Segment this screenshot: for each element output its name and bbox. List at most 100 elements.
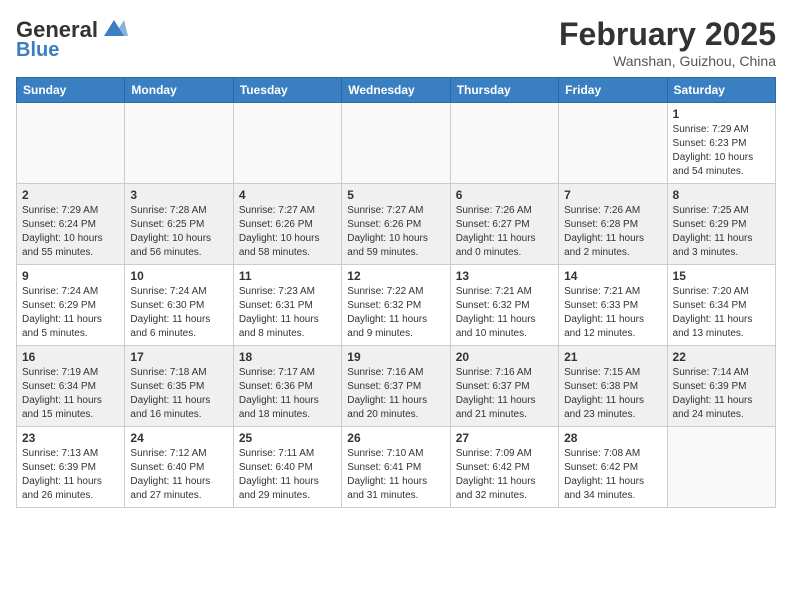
calendar-day-cell: [17, 103, 125, 184]
day-number: 14: [564, 269, 661, 283]
day-info: Sunrise: 7:29 AM Sunset: 6:24 PM Dayligh…: [22, 204, 119, 260]
day-info: Sunrise: 7:22 AM Sunset: 6:32 PM Dayligh…: [347, 285, 444, 341]
calendar-day-cell: 21 Sunrise: 7:15 AM Sunset: 6:38 PM Dayli…: [559, 346, 667, 427]
day-number: 1: [673, 107, 770, 121]
day-number: 27: [456, 431, 553, 445]
calendar-day-cell: 20 Sunrise: 7:16 AM Sunset: 6:37 PM Dayli…: [450, 346, 558, 427]
day-info: Sunrise: 7:25 AM Sunset: 6:29 PM Dayligh…: [673, 204, 770, 260]
day-info: Sunrise: 7:24 AM Sunset: 6:30 PM Dayligh…: [130, 285, 227, 341]
day-info: Sunrise: 7:26 AM Sunset: 6:28 PM Dayligh…: [564, 204, 661, 260]
day-info: Sunrise: 7:12 AM Sunset: 6:40 PM Dayligh…: [130, 447, 227, 503]
logo-text: General: [16, 19, 98, 41]
calendar-day-cell: 14 Sunrise: 7:21 AM Sunset: 6:33 PM Dayli…: [559, 265, 667, 346]
calendar-day-cell: 3 Sunrise: 7:28 AM Sunset: 6:25 PM Daylig…: [125, 184, 233, 265]
logo: General Blue: [16, 16, 130, 60]
calendar-week-row: 23 Sunrise: 7:13 AM Sunset: 6:39 PM Dayli…: [17, 427, 776, 508]
day-number: 15: [673, 269, 770, 283]
calendar-day-cell: 15 Sunrise: 7:20 AM Sunset: 6:34 PM Dayli…: [667, 265, 775, 346]
day-info: Sunrise: 7:29 AM Sunset: 6:23 PM Dayligh…: [673, 123, 770, 179]
calendar-day-cell: [342, 103, 450, 184]
weekday-header: Sunday: [17, 78, 125, 103]
calendar-day-cell: 17Sunrise: 7:18 AM Sunset: 6:35 PM Dayli…: [125, 346, 233, 427]
day-number: 13: [456, 269, 553, 283]
day-number: 20: [456, 350, 553, 364]
day-number: 24: [130, 431, 227, 445]
logo-blue-text: Blue: [16, 40, 59, 60]
day-number: 9: [22, 269, 119, 283]
calendar-day-cell: 10 Sunrise: 7:24 AM Sunset: 6:30 PM Dayli…: [125, 265, 233, 346]
calendar-week-row: 2 Sunrise: 7:29 AM Sunset: 6:24 PM Daylig…: [17, 184, 776, 265]
day-number: 26: [347, 431, 444, 445]
day-number: 25: [239, 431, 336, 445]
calendar-day-cell: [233, 103, 341, 184]
day-number: 3: [130, 188, 227, 202]
day-info: Sunrise: 7:28 AM Sunset: 6:25 PM Dayligh…: [130, 204, 227, 260]
calendar-day-cell: 13 Sunrise: 7:21 AM Sunset: 6:32 PM Dayli…: [450, 265, 558, 346]
day-info: Sunrise: 7:15 AM Sunset: 6:38 PM Dayligh…: [564, 366, 661, 422]
day-info: Sunrise: 7:21 AM Sunset: 6:32 PM Dayligh…: [456, 285, 553, 341]
calendar-day-cell: 1 Sunrise: 7:29 AM Sunset: 6:23 PM Daylig…: [667, 103, 775, 184]
day-info: Sunrise: 7:16 AM Sunset: 6:37 PM Dayligh…: [456, 366, 553, 422]
day-info: Sunrise: 7:16 AM Sunset: 6:37 PM Dayligh…: [347, 366, 444, 422]
day-info: Sunrise: 7:14 AM Sunset: 6:39 PM Dayligh…: [673, 366, 770, 422]
calendar-header-row: SundayMondayTuesdayWednesdayThursdayFrid…: [17, 78, 776, 103]
day-info: Sunrise: 7:10 AM Sunset: 6:41 PM Dayligh…: [347, 447, 444, 503]
title-block: February 2025 Wanshan, Guizhou, China: [559, 16, 776, 69]
location: Wanshan, Guizhou, China: [559, 53, 776, 69]
calendar-week-row: 16Sunrise: 7:19 AM Sunset: 6:34 PM Dayli…: [17, 346, 776, 427]
calendar-day-cell: 25 Sunrise: 7:11 AM Sunset: 6:40 PM Dayli…: [233, 427, 341, 508]
day-info: Sunrise: 7:27 AM Sunset: 6:26 PM Dayligh…: [347, 204, 444, 260]
day-info: Sunrise: 7:11 AM Sunset: 6:40 PM Dayligh…: [239, 447, 336, 503]
day-number: 2: [22, 188, 119, 202]
day-number: 4: [239, 188, 336, 202]
calendar-day-cell: 22 Sunrise: 7:14 AM Sunset: 6:39 PM Dayli…: [667, 346, 775, 427]
weekday-header: Saturday: [667, 78, 775, 103]
day-number: 23: [22, 431, 119, 445]
calendar-day-cell: 19Sunrise: 7:16 AM Sunset: 6:37 PM Dayli…: [342, 346, 450, 427]
day-number: 21: [564, 350, 661, 364]
calendar-day-cell: 9Sunrise: 7:24 AM Sunset: 6:29 PM Daylig…: [17, 265, 125, 346]
calendar-day-cell: 27 Sunrise: 7:09 AM Sunset: 6:42 PM Dayli…: [450, 427, 558, 508]
logo-icon: [100, 16, 130, 44]
day-info: Sunrise: 7:13 AM Sunset: 6:39 PM Dayligh…: [22, 447, 119, 503]
calendar-day-cell: 18 Sunrise: 7:17 AM Sunset: 6:36 PM Dayli…: [233, 346, 341, 427]
day-number: 10: [130, 269, 227, 283]
calendar-day-cell: 8 Sunrise: 7:25 AM Sunset: 6:29 PM Daylig…: [667, 184, 775, 265]
day-number: 12: [347, 269, 444, 283]
calendar-day-cell: 28Sunrise: 7:08 AM Sunset: 6:42 PM Dayli…: [559, 427, 667, 508]
day-number: 7: [564, 188, 661, 202]
calendar-day-cell: 16Sunrise: 7:19 AM Sunset: 6:34 PM Dayli…: [17, 346, 125, 427]
day-number: 18: [239, 350, 336, 364]
calendar-table: SundayMondayTuesdayWednesdayThursdayFrid…: [16, 77, 776, 508]
calendar-day-cell: 24 Sunrise: 7:12 AM Sunset: 6:40 PM Dayli…: [125, 427, 233, 508]
day-info: Sunrise: 7:27 AM Sunset: 6:26 PM Dayligh…: [239, 204, 336, 260]
calendar-day-cell: 6 Sunrise: 7:26 AM Sunset: 6:27 PM Daylig…: [450, 184, 558, 265]
calendar-week-row: 9Sunrise: 7:24 AM Sunset: 6:29 PM Daylig…: [17, 265, 776, 346]
day-info: Sunrise: 7:26 AM Sunset: 6:27 PM Dayligh…: [456, 204, 553, 260]
day-number: 17: [130, 350, 227, 364]
day-number: 6: [456, 188, 553, 202]
weekday-header: Friday: [559, 78, 667, 103]
weekday-header: Tuesday: [233, 78, 341, 103]
day-info: Sunrise: 7:17 AM Sunset: 6:36 PM Dayligh…: [239, 366, 336, 422]
day-info: Sunrise: 7:08 AM Sunset: 6:42 PM Dayligh…: [564, 447, 661, 503]
day-number: 8: [673, 188, 770, 202]
calendar-day-cell: 4 Sunrise: 7:27 AM Sunset: 6:26 PM Daylig…: [233, 184, 341, 265]
day-info: Sunrise: 7:23 AM Sunset: 6:31 PM Dayligh…: [239, 285, 336, 341]
calendar-day-cell: 23 Sunrise: 7:13 AM Sunset: 6:39 PM Dayli…: [17, 427, 125, 508]
day-number: 11: [239, 269, 336, 283]
calendar-day-cell: 5Sunrise: 7:27 AM Sunset: 6:26 PM Daylig…: [342, 184, 450, 265]
day-number: 22: [673, 350, 770, 364]
weekday-header: Monday: [125, 78, 233, 103]
page-header: General Blue February 2025 Wanshan, Guiz…: [16, 16, 776, 69]
calendar-day-cell: 26 Sunrise: 7:10 AM Sunset: 6:41 PM Dayli…: [342, 427, 450, 508]
calendar-day-cell: [667, 427, 775, 508]
month-year: February 2025: [559, 16, 776, 53]
calendar-day-cell: [125, 103, 233, 184]
calendar-day-cell: 11 Sunrise: 7:23 AM Sunset: 6:31 PM Dayli…: [233, 265, 341, 346]
day-info: Sunrise: 7:21 AM Sunset: 6:33 PM Dayligh…: [564, 285, 661, 341]
calendar-day-cell: [450, 103, 558, 184]
day-info: Sunrise: 7:09 AM Sunset: 6:42 PM Dayligh…: [456, 447, 553, 503]
day-info: Sunrise: 7:20 AM Sunset: 6:34 PM Dayligh…: [673, 285, 770, 341]
day-info: Sunrise: 7:19 AM Sunset: 6:34 PM Dayligh…: [22, 366, 119, 422]
